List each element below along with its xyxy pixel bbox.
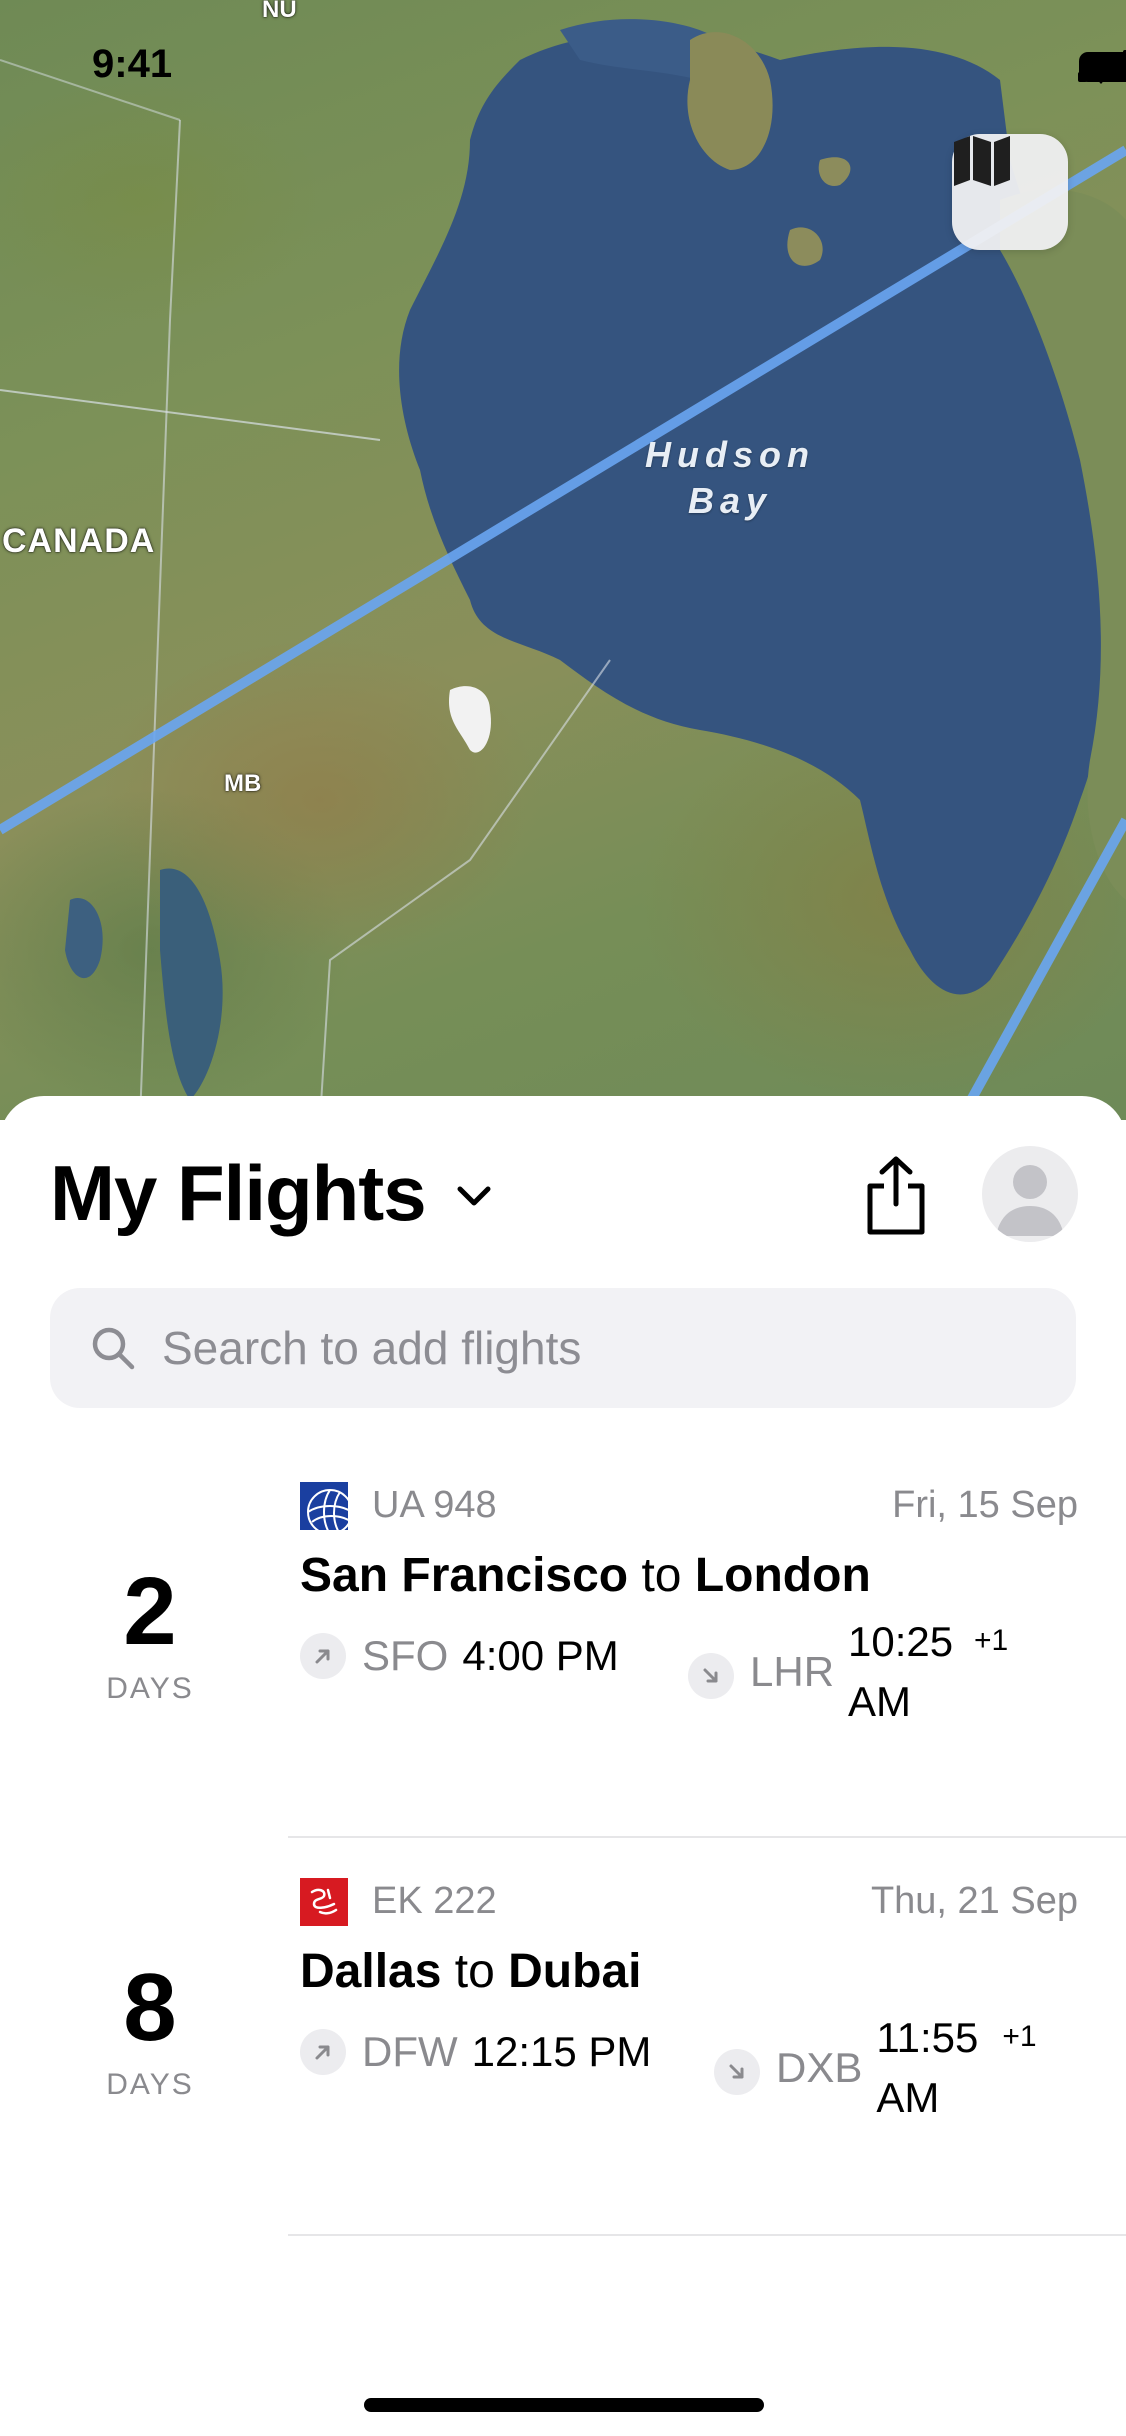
- emirates-logo: [300, 1878, 348, 1926]
- flight-date: Fri, 15 Sep: [892, 1484, 1078, 1526]
- arrival-code: DXB: [776, 2044, 863, 2091]
- landing-icon: [714, 2049, 760, 2095]
- days-label: DAYS: [106, 1672, 194, 1705]
- arrival-info: LHR 10:25 AM +1: [688, 1612, 1008, 1732]
- departure-info: SFO 4:00 PM: [300, 1632, 619, 1680]
- flight-number: EK 222: [372, 1880, 497, 1922]
- sheet-header: My Flights: [50, 1148, 492, 1238]
- days-number: 2: [123, 1558, 177, 1665]
- departure-time: 4:00 PM: [462, 1632, 619, 1679]
- share-icon[interactable]: [862, 1156, 930, 1236]
- flight-route: Dallas to Dubai: [300, 1944, 641, 1999]
- departure-code: DFW: [362, 2028, 458, 2075]
- days-number: 8: [123, 1954, 177, 2061]
- arrival-code: LHR: [750, 1648, 835, 1695]
- united-logo: [300, 1482, 348, 1530]
- arrival-info: DXB 11:55 AM +1: [714, 2008, 1037, 2128]
- origin-city: San Francisco: [300, 1549, 629, 1602]
- days-label: DAYS: [106, 2068, 194, 2101]
- person-icon: [996, 1165, 1064, 1236]
- landing-icon: [688, 1653, 734, 1699]
- flight-map[interactable]: NU CANADA MB Hudson Bay 9:41: [0, 0, 1126, 1120]
- row-divider: [288, 2234, 1126, 2236]
- arrival-time: 10:25 AM: [848, 1618, 954, 1725]
- bay-label-line1: Hudson: [645, 434, 815, 475]
- map-label-hudson-bay: Hudson Bay: [610, 432, 850, 524]
- destination-city: London: [694, 1549, 871, 1602]
- bay-label-line2: Bay: [687, 480, 773, 521]
- takeoff-icon: [300, 2029, 346, 2075]
- departure-code: SFO: [362, 1632, 449, 1679]
- chevron-down-icon[interactable]: [456, 1185, 492, 1209]
- map-icon: [954, 136, 1010, 186]
- departure-time: 12:15 PM: [471, 2028, 652, 2075]
- day-offset: +1: [1002, 2020, 1037, 2053]
- takeoff-icon: [300, 1633, 346, 1679]
- flight-route: San Francisco to London: [300, 1548, 871, 1603]
- map-style-button[interactable]: [952, 134, 1068, 250]
- destination-city: Dubai: [508, 1945, 642, 1998]
- days-countdown: 8 DAYS: [70, 1958, 230, 2102]
- route-connector: to: [454, 1945, 495, 1998]
- map-label-province: MB: [224, 770, 262, 797]
- day-offset: +1: [974, 1624, 1009, 1657]
- search-placeholder: Search to add flights: [162, 1322, 582, 1374]
- flight-row[interactable]: 2 DAYS UA 948 Fri, 15 Sep San Francisco …: [0, 1482, 1126, 1882]
- row-divider: [288, 1836, 1126, 1838]
- search-field[interactable]: Search to add flights: [50, 1288, 1076, 1408]
- page-title[interactable]: My Flights: [50, 1148, 427, 1239]
- map-label-country: CANADA: [2, 522, 156, 560]
- flight-date: Thu, 21 Sep: [870, 1880, 1078, 1922]
- flights-sheet: My Flights Search to add flights 2 DAYS: [0, 1096, 1126, 2436]
- avatar[interactable]: [982, 1146, 1078, 1242]
- battery-icon: [1079, 52, 1126, 82]
- home-indicator[interactable]: [364, 2398, 764, 2412]
- search-icon: [92, 1327, 135, 1370]
- origin-city: Dallas: [300, 1945, 442, 1998]
- route-connector: to: [641, 1549, 682, 1602]
- flight-number: UA 948: [372, 1484, 497, 1526]
- map-label-territory: NU: [262, 0, 297, 23]
- departure-info: DFW 12:15 PM: [300, 2028, 651, 2076]
- days-countdown: 2 DAYS: [70, 1562, 230, 1706]
- arrival-time: 11:55 AM: [876, 2014, 979, 2121]
- flight-row[interactable]: 8 DAYS EK 222 Thu, 21 Sep Dallas to Duba…: [0, 1878, 1126, 2278]
- status-time: 9:41: [92, 42, 173, 86]
